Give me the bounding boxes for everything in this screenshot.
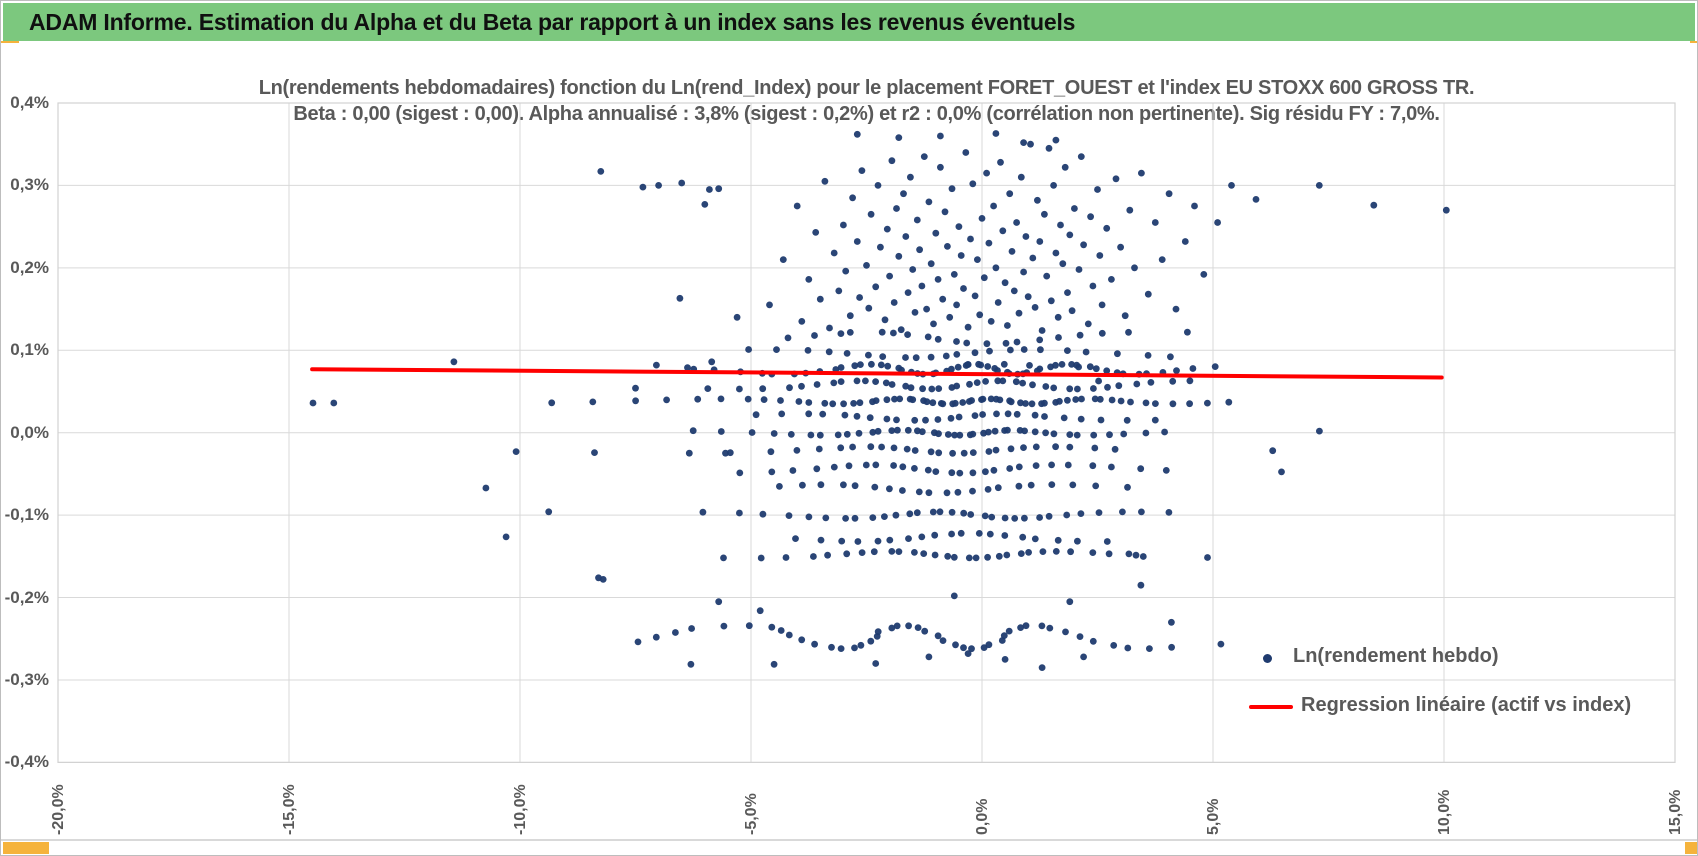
y-tick-label: -0,4% — [4, 752, 49, 772]
legend-label-scatter: Ln(rendement hebdo) — [1293, 645, 1499, 667]
y-tick-label: 0,0% — [10, 422, 49, 442]
y-tick-label: 0,2% — [10, 257, 49, 277]
chart-frame-bottom-edge — [1, 839, 1697, 841]
y-tick-label: 0,4% — [10, 93, 49, 112]
x-tick-label: 0,0% — [974, 798, 991, 835]
y-tick-label: -0,2% — [4, 587, 49, 607]
selection-handle-bottom-left[interactable] — [3, 842, 49, 854]
x-tick-label: -5,0% — [743, 793, 760, 835]
selection-handle-bottom-right[interactable] — [1685, 842, 1697, 854]
report-title-bar: ADAM Informe. Estimation du Alpha et du … — [3, 3, 1695, 41]
scatter-legend-marker-icon — [1263, 654, 1272, 663]
y-tick-label: 0,1% — [10, 340, 49, 360]
x-tick-label: -10,0% — [512, 784, 529, 835]
x-tick-label: -15,0% — [281, 784, 298, 835]
report-title: ADAM Informe. Estimation du Alpha et du … — [29, 8, 1076, 35]
x-tick-label: 10,0% — [1436, 789, 1453, 835]
plot-svg — [57, 102, 1676, 764]
y-tick-label: -0,3% — [4, 669, 49, 689]
chart-object[interactable]: Ln(rendements hebdomadaires) fonction du… — [1, 43, 1697, 839]
x-tick-label: 15,0% — [1667, 789, 1684, 835]
y-tick-label: 0,3% — [10, 175, 49, 195]
x-tick-label: 5,0% — [1205, 798, 1222, 835]
app-window: ADAM Informe. Estimation du Alpha et du … — [0, 0, 1698, 856]
x-tick-label: -20,0% — [50, 784, 67, 835]
regression-legend-marker-icon — [1249, 705, 1293, 709]
y-tick-label: -0,1% — [4, 505, 49, 525]
legend-label-regression: Regression linéaire (actif vs index) — [1301, 694, 1632, 716]
